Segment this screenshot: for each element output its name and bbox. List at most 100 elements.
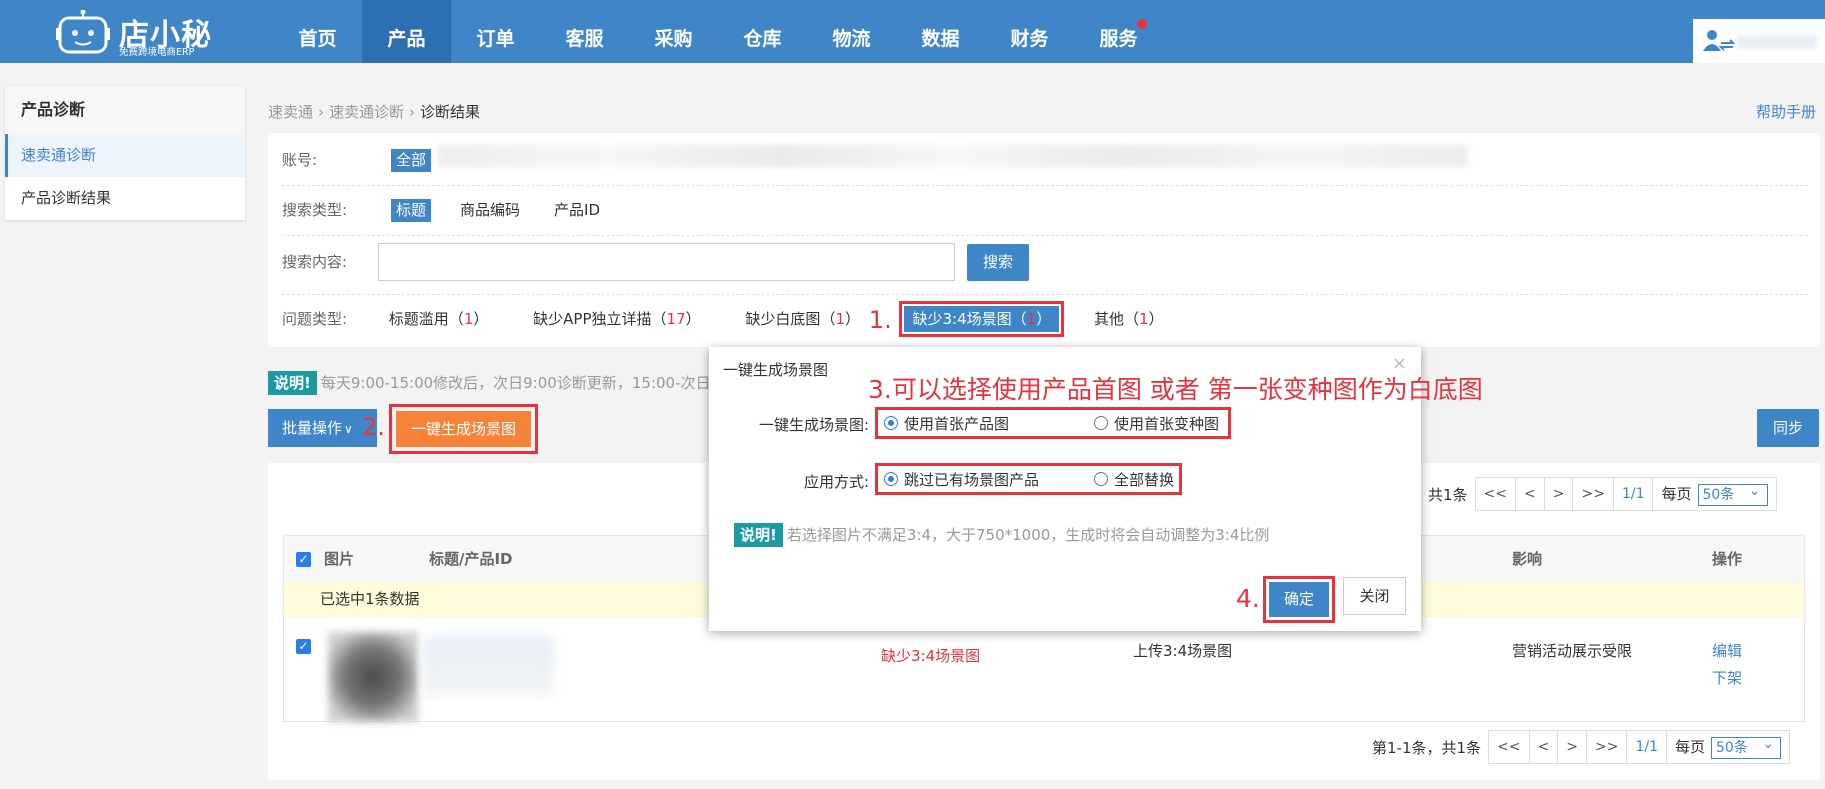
user-switch-icon (1703, 30, 1735, 51)
breadcrumb-item[interactable]: 速卖通诊断 (329, 103, 404, 121)
account-all-tag[interactable]: 全部 (391, 149, 432, 172)
per-page-label: 每页 (1674, 738, 1705, 756)
issue-count: 1 (835, 310, 845, 328)
breadcrumb-item[interactable]: 速卖通 (268, 103, 313, 121)
per-page-select[interactable]: 50条 (1711, 734, 1781, 759)
nav-item-logistics[interactable]: 物流 (807, 0, 896, 63)
nav-item-warehouse[interactable]: 仓库 (718, 0, 807, 63)
pager-current-page: 1/1 (1626, 730, 1667, 764)
column-header-image: 图片 (324, 550, 355, 568)
pagination-bottom: 第1-1条，共1条 << < > >> 1/1 每页 50条 (1372, 730, 1790, 764)
search-input[interactable] (378, 243, 955, 281)
row-impact: 营销活动展示受限 (1512, 642, 1633, 660)
pager-per-page: 每页 50条 (1652, 477, 1777, 511)
nav-item-services[interactable]: 服务 (1074, 0, 1163, 63)
apply-mode-options: 跳过已有场景图产品 全部替换 (875, 463, 1182, 495)
issue-filter-missing-white-bg[interactable]: 缺少白底图（1） (745, 306, 860, 332)
issue-filter-title-abuse[interactable]: 标题滥用（1） (389, 306, 489, 332)
brand-logo[interactable]: 店小秘 免费跨境电商ERP (56, 2, 216, 58)
radio-selected-icon (884, 472, 898, 486)
nav-item-home[interactable]: 首页 (273, 0, 362, 63)
row-issue: 缺少3:4场景图 (881, 647, 981, 665)
issue-name: 缺少3:4场景图 (912, 310, 1012, 328)
annotation-step-3: 3.可以选择使用产品首图 或者 第一张变种图作为白底图 (868, 375, 1483, 404)
pager-first-button[interactable]: << (1488, 730, 1530, 764)
pager-next-button[interactable]: > (1543, 477, 1574, 511)
apply-option-replace-all[interactable]: 全部替换 (1094, 469, 1174, 490)
take-offline-link[interactable]: 下架 (1712, 667, 1742, 688)
notice-text: 每天9:00-15:00修改后，次日9:00诊断更新，15:00-次日 (320, 374, 711, 392)
help-manual-link[interactable]: 帮助手册 (1756, 101, 1816, 122)
pager-first-button[interactable]: << (1474, 477, 1517, 511)
pager-prev-button[interactable]: < (1528, 730, 1559, 764)
pager-last-button[interactable]: >> (1585, 730, 1628, 764)
breadcrumb: 速卖通 › 速卖通诊断 › 诊断结果 (268, 101, 480, 122)
brand-tagline: 免费跨境电商ERP (119, 47, 195, 58)
option-label: 使用首张产品图 (904, 414, 1010, 433)
sync-button[interactable]: 同步 (1757, 409, 1819, 447)
search-type-product-id[interactable]: 产品ID (549, 199, 605, 222)
user-menu[interactable] (1693, 19, 1825, 63)
nav-item-orders[interactable]: 订单 (451, 0, 540, 63)
nav-item-services-label: 服务 (1099, 28, 1138, 50)
per-page-label: 每页 (1661, 485, 1692, 503)
radio-icon (1094, 416, 1108, 430)
row-suggestion: 上传3:4场景图 (1133, 642, 1233, 660)
pager-next-button[interactable]: > (1557, 730, 1587, 764)
per-page-select[interactable]: 50条 (1697, 481, 1768, 506)
nav-item-data[interactable]: 数据 (896, 0, 985, 63)
issue-count: 1 (463, 310, 474, 328)
divider (282, 185, 1808, 186)
breadcrumb-separator-icon: › (409, 103, 416, 121)
edit-link[interactable]: 编辑 (1712, 640, 1742, 661)
pager-last-button[interactable]: >> (1572, 477, 1614, 511)
generate-scene-image-button[interactable]: 一键生成场景图 (396, 411, 531, 447)
issue-filter-missing-34-scene[interactable]: 缺少3:4场景图（1） (899, 301, 1065, 337)
apply-mode-label: 应用方式: (803, 473, 869, 491)
issue-filter-other[interactable]: 其他（1） (1094, 306, 1164, 332)
divider (282, 235, 1808, 236)
issue-filter-missing-app-desc[interactable]: 缺少APP独立详描（17） (533, 306, 700, 332)
search-type-title[interactable]: 标题 (391, 199, 432, 222)
top-navbar: 店小秘 免费跨境电商ERP 首页 产品 订单 客服 采购 仓库 物流 数据 财务… (0, 0, 1825, 63)
product-thumbnail[interactable] (328, 632, 418, 722)
modal-title: 一键生成场景图 (723, 361, 829, 379)
account-label: 账号: (282, 151, 318, 169)
issue-count: 1 (1026, 310, 1037, 328)
search-button[interactable]: 搜索 (967, 244, 1029, 281)
column-header-actions: 操作 (1712, 550, 1743, 568)
batch-operations-dropdown[interactable]: 批量操作 ∨ (268, 409, 377, 447)
filter-panel: 账号: 全部 搜索类型: 标题 商品编码 产品ID 搜索内容: 搜索 问题类型: 标题滥… (268, 133, 1820, 347)
radio-selected-icon (884, 416, 898, 430)
annotation-step-4: 4. (1236, 584, 1260, 613)
nav-item-finance[interactable]: 财务 (985, 0, 1074, 63)
radio-icon (1094, 472, 1108, 486)
annotation-step-2: 2. (362, 413, 385, 441)
apply-option-skip-existing[interactable]: 跳过已有场景图产品 (884, 469, 1094, 490)
nav-item-purchasing[interactable]: 采购 (629, 0, 718, 63)
search-type-sku[interactable]: 商品编码 (455, 199, 525, 222)
sidebar-item-diagnosis-results[interactable]: 产品诊断结果 (5, 177, 245, 220)
sidebar: 产品诊断 速卖通诊断 产品诊断结果 (5, 86, 245, 220)
close-button[interactable]: 关闭 (1343, 577, 1406, 615)
image-option-first-variant[interactable]: 使用首张变种图 (1094, 413, 1219, 434)
pager-current-page: 1/1 (1612, 477, 1654, 511)
divider (282, 294, 1808, 295)
row-checkbox[interactable]: ✓ (296, 639, 311, 654)
pager-prev-button[interactable]: < (1515, 477, 1545, 511)
main-nav: 首页 产品 订单 客服 采购 仓库 物流 数据 财务 服务 (273, 0, 1163, 63)
confirm-button[interactable]: 确定 (1269, 582, 1329, 617)
image-option-first-product[interactable]: 使用首张产品图 (884, 413, 1094, 434)
select-all-checkbox[interactable]: ✓ (296, 552, 311, 567)
notice-bar: 说明! 每天9:00-15:00修改后，次日9:00诊断更新，15:00-次日 (268, 371, 711, 395)
sidebar-item-aliexpress-diagnosis[interactable]: 速卖通诊断 (5, 134, 245, 177)
pagination-top: 条，共1条 << < > >> 1/1 每页 50条 (1398, 477, 1777, 511)
issue-name: 其他 (1094, 310, 1125, 328)
nav-item-customer-service[interactable]: 客服 (540, 0, 629, 63)
breadcrumb-separator-icon: › (318, 103, 325, 121)
modal-note: 说明! 若选择图片不满足3:4，大于750*1000，生成时将会自动调整为3:4比… (734, 523, 1269, 547)
nav-item-products[interactable]: 产品 (362, 0, 451, 63)
column-header-impact: 影响 (1512, 550, 1543, 568)
issue-count: 17 (666, 310, 686, 328)
issue-count: 1 (1139, 310, 1149, 328)
